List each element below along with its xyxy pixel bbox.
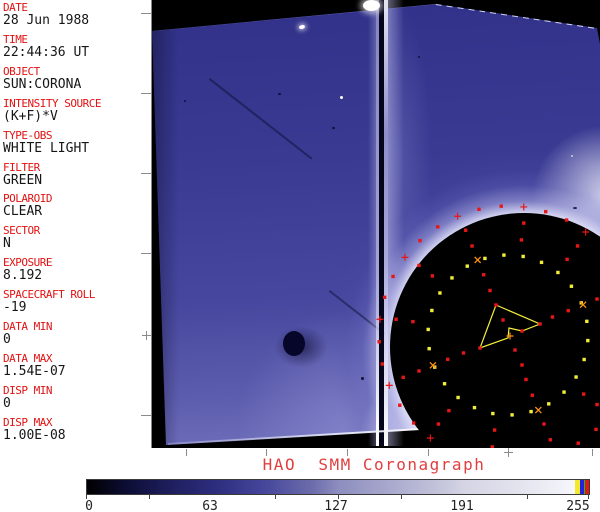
field-value: 0 [3,395,11,411]
dark-speck [332,127,335,129]
sidebar-field-intensity-source: INTENSITY SOURCE (K+F)*V [3,98,101,124]
sidebar-field-polaroid: POLAROID CLEAR [3,193,52,219]
colorbar-label: 127 [324,499,348,512]
field-label: SECTOR [3,224,40,238]
field-label: OBJECT [3,64,40,78]
field-label: DATA MAX [3,351,52,365]
pylon-top-flare [363,0,380,11]
plot-title: HAO SMM Coronagraph [262,455,486,474]
field-value: 8.192 [3,268,43,284]
field-value: 22:44:36 UT [3,44,90,60]
field-value: 1.54E-07 [3,363,66,379]
field-value: GREEN [3,172,43,188]
sidebar-field-disp-min: DISP MIN 0 [3,385,52,411]
pylon-left-glow [368,0,376,446]
colorbar-tick [148,494,150,499]
axis-tick [146,331,147,340]
field-value: (K+F)*V [3,108,58,124]
axis-tick [141,93,151,94]
dark-speck [278,93,281,95]
dark-speck [361,377,364,380]
dust-blob [283,331,305,356]
dark-streak [208,78,313,160]
star [571,155,573,157]
field-label: SPACECRAFT ROLL [3,288,95,302]
axis-tick [592,449,593,456]
sidebar-field-object: OBJECT SUN:CORONA [3,66,81,92]
sidebar-field-type-obs: TYPE-OBS WHITE LIGHT [3,130,89,156]
axis-tick [141,415,151,416]
axis-tick [141,13,151,14]
dark-speck [418,56,420,58]
field-value: SUN:CORONA [3,76,82,92]
field-label: TYPE-OBS [3,128,52,142]
dark-speck [573,207,577,209]
sidebar-field-data-max: DATA MAX 1.54E-07 [3,353,66,379]
image-canvas [151,0,600,448]
field-value: 28 Jun 1988 [3,13,90,28]
sidebar-field-data-min: DATA MIN 0 [3,321,52,347]
colorbar [86,479,590,495]
field-label: DISP MAX [3,415,52,429]
app-window: DATE 28 Jun 1988 TIME 22:44:36 UT OBJECT SUN:… [0,0,600,512]
axis-tick [186,449,187,456]
colorbar-saturation-stripe [585,480,589,494]
colorbar-label: 0 [85,499,93,512]
axis-tick [508,448,509,457]
sidebar-field-exposure: EXPOSURE 8.192 [3,257,52,283]
colorbar-tick [274,494,276,499]
field-label: POLAROID [3,192,52,206]
sidebar-field-time: TIME 22:44:36 UT [3,34,89,60]
field-value: -19 [3,300,27,316]
dark-speck [184,100,186,102]
sidebar-field-date: DATE 28 Jun 1988 [3,2,89,28]
sidebar-field-spacecraft-roll: SPACECRAFT ROLL -19 [3,289,95,315]
sidebar-field-filter: FILTER GREEN [3,162,42,188]
field-label: INTENSITY SOURCE [3,96,101,110]
sidebar-field-sector: SECTOR N [3,225,40,251]
axis-tick [141,173,151,174]
field-label: EXPOSURE [3,256,52,270]
star [298,24,306,30]
field-label: DISP MIN [3,383,52,397]
colorbar-tick [526,494,528,499]
sidebar-field-disp-max: DISP MAX 1.00E-08 [3,417,66,443]
field-value: CLEAR [3,204,43,220]
field-value: 1.00E-08 [3,427,66,443]
frame-top-edge-bright [435,4,599,30]
field-label: FILTER [3,160,40,174]
field-label: DATA MIN [3,320,52,333]
colorbar-label: 255 [566,499,590,512]
metadata-sidebar: DATE 28 Jun 1988 TIME 22:44:36 UT OBJECT SUN:… [0,0,150,460]
colorbar-tick [400,494,402,499]
field-label: TIME [3,32,28,46]
axis-tick [141,253,151,254]
colorbar-label: 191 [450,499,474,512]
field-value: WHITE LIGHT [3,140,90,156]
field-value: 0 [3,332,11,347]
colorbar-label: 63 [202,499,218,512]
field-value: N [3,236,11,252]
field-label: DATE [3,1,28,14]
star [340,96,343,99]
